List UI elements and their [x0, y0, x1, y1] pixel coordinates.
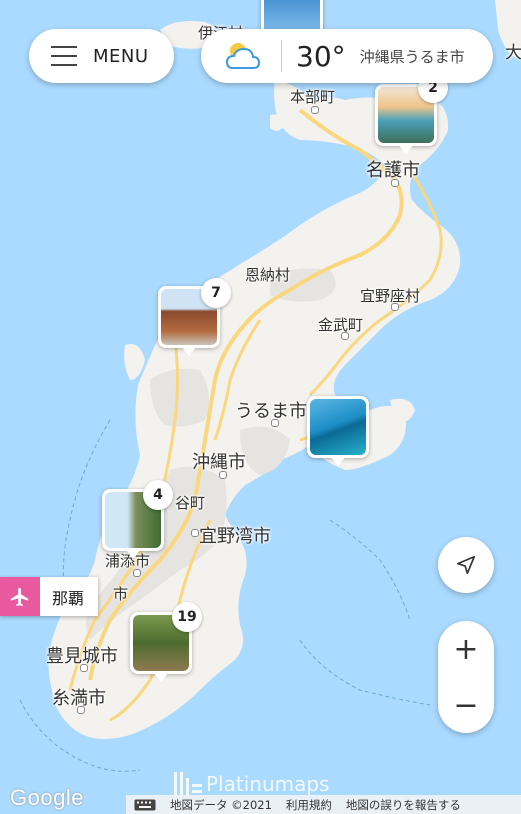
- hamburger-icon: [51, 46, 77, 66]
- photo-marker-uruma[interactable]: [307, 396, 369, 466]
- marker-count-badge: 19: [172, 602, 202, 632]
- partly-cloudy-icon: [225, 43, 261, 69]
- weather-temperature: 30°: [296, 39, 346, 73]
- airport-label-naha[interactable]: 那覇: [0, 577, 99, 616]
- zoom-in-button[interactable]: +: [438, 621, 494, 677]
- map-attribution-bar: 地図データ ©2021 利用規約 地図の誤りを報告する: [126, 795, 521, 814]
- place-dot-nago: [391, 179, 399, 187]
- place-dot-okinawa: [219, 471, 227, 479]
- marker-count-badge: 7: [201, 278, 231, 308]
- marker-tail: [331, 457, 345, 466]
- marker-photo: [310, 399, 366, 455]
- weather-widget[interactable]: 30° 沖縄県うるま市: [201, 29, 493, 83]
- weather-divider: [281, 40, 282, 72]
- place-label-chatan: 谷町: [175, 494, 206, 512]
- place-label-edge: 大: [505, 43, 521, 63]
- platinumaps-logo-icon: [174, 772, 202, 796]
- place-label-kin: 金武町: [318, 316, 364, 334]
- place-dot-tomigusuku: [80, 664, 88, 672]
- place-dot-uruma: [271, 419, 279, 427]
- marker-tail: [154, 673, 168, 682]
- place-dot-urasoe: [133, 569, 141, 577]
- terms-link[interactable]: 利用規約: [286, 797, 332, 813]
- navigation-arrow-icon: [456, 555, 476, 575]
- zoom-out-button[interactable]: −: [438, 677, 494, 733]
- platinumaps-label: Platinumaps: [206, 772, 330, 796]
- marker-tail: [399, 145, 413, 154]
- place-dot-kin: [341, 332, 349, 340]
- my-location-button[interactable]: [438, 537, 494, 593]
- airplane-icon: [0, 577, 40, 616]
- menu-label: MENU: [93, 45, 149, 67]
- weather-location: 沖縄県うるま市: [359, 47, 465, 66]
- platinumaps-watermark: Platinumaps: [172, 770, 329, 798]
- marker-count-badge: 4: [143, 480, 173, 510]
- marker-tail: [126, 550, 140, 559]
- place-dot-ginowan: [191, 529, 199, 537]
- marker-tail: [182, 347, 196, 356]
- place-label-okinawa: 沖縄市: [192, 452, 246, 473]
- place-label-motobu: 本部町: [290, 88, 336, 106]
- place-label-onna: 恩納村: [245, 266, 291, 284]
- map-data-credit: 地図データ ©2021: [170, 797, 272, 812]
- report-error-link[interactable]: 地図の誤りを報告する: [346, 797, 461, 813]
- airport-name: 那覇: [40, 577, 99, 616]
- place-dot-itoman: [77, 706, 85, 714]
- place-label-ginowan: 宜野湾市: [199, 526, 271, 547]
- place-dot-motobu: [311, 106, 319, 114]
- place-dot-ginoza: [391, 303, 399, 311]
- menu-button[interactable]: MENU: [29, 29, 174, 83]
- keyboard-shortcuts-icon[interactable]: [134, 799, 156, 811]
- place-label-ginoza: 宜野座村: [360, 287, 421, 305]
- google-logo: Google: [10, 785, 84, 810]
- zoom-controls: + −: [438, 621, 494, 733]
- place-label-naha: 市: [113, 585, 129, 603]
